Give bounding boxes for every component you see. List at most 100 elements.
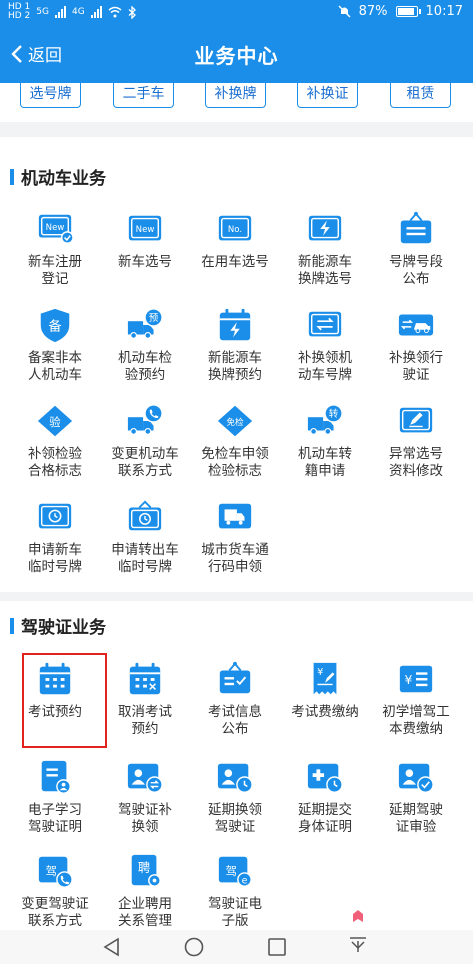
bluetooth-icon [128, 5, 136, 19]
grid-item-license-delay[interactable]: 延期换领 驾驶证 [189, 758, 281, 836]
grid-item-inspection-mark[interactable]: 验 补领检验 合格标志 [9, 402, 101, 480]
wifi-icon [108, 6, 122, 18]
grid-item-change-vehicle-contact[interactable]: 变更机动车 联系方式 [99, 402, 191, 480]
grid-item-workbook-fee[interactable]: ¥ 初学增驾工 本费缴纳 [370, 660, 462, 738]
recents-square-icon[interactable] [266, 936, 288, 958]
item-label: 延期换领 驾驶证 [208, 802, 262, 835]
status-bar: HD 1 HD 2 5G 4G 87% 10:17 [0, 0, 473, 25]
exempt-diamond-icon: 免检 [217, 405, 253, 437]
back-triangle-icon[interactable] [101, 936, 123, 958]
item-label: 免检车申领 检验标志 [201, 446, 269, 479]
item-label: 电子学习 驾驶证明 [28, 802, 82, 835]
e-license-icon: 驾 e [218, 856, 252, 887]
grid-item-license-replace[interactable]: 驾驶证补 换领 [99, 758, 191, 836]
grid-item-ev-plate-appointment[interactable]: 新能源车 换牌预约 [189, 306, 281, 384]
grid-item-e-license[interactable]: 驾 e 驾驶证电 子版 [189, 852, 281, 930]
license-verify-icon [398, 763, 434, 793]
tag-replace-license[interactable]: 补换证 [297, 83, 358, 108]
grid-item-ev-plate-select[interactable]: 新能源车 换牌选号 [279, 210, 371, 288]
dropdown-arrow-icon[interactable] [346, 908, 370, 958]
grid-item-new-car-register[interactable]: New 新车注册 登记 [9, 210, 101, 288]
grid-item-city-truck-pass[interactable]: 城市货车通 行码申领 [189, 498, 281, 576]
item-label: 号牌号段 公布 [389, 254, 443, 287]
item-label: 备案非本 人机动车 [28, 350, 82, 383]
exam-info-board-icon [219, 661, 251, 694]
license-car-swap-icon [398, 314, 434, 336]
item-label: 城市货车通 行码申领 [201, 542, 269, 575]
item-label: 补领检验 合格标志 [28, 446, 82, 479]
grid-item-exam-info[interactable]: 考试信息 公布 [189, 660, 281, 738]
grid-item-outgoing-temp-plate[interactable]: 申请转出车 临时号牌 [99, 498, 191, 576]
e-study-doc-icon [41, 760, 71, 794]
plate-edit-icon [399, 407, 433, 433]
tag-used-car[interactable]: 二手车 [113, 83, 174, 108]
new-plate-check-icon: New [38, 214, 74, 244]
yen-list-icon: ¥ [399, 665, 433, 693]
tag-rental[interactable]: 租赁 [390, 83, 451, 108]
system-nav-bar [0, 910, 473, 964]
grid-item-health-delay[interactable]: 延期提交 身体证明 [279, 758, 371, 836]
inspection-diamond-icon: 验 [37, 405, 73, 437]
highlight-box [22, 653, 107, 748]
grid-item-change-license-contact[interactable]: 驾 变更驾驶证 联系方式 [9, 852, 101, 930]
item-label: 驾驶证电 子版 [208, 896, 262, 929]
section-title-text: 驾驶证业务 [21, 618, 106, 638]
license-delay-icon [217, 763, 253, 793]
svg-text:驾: 驾 [45, 864, 56, 878]
item-label: 变更机动车 联系方式 [111, 446, 179, 479]
tag-replace-plate[interactable]: 补换牌 [205, 83, 266, 108]
svg-text:New: New [136, 225, 155, 235]
clock: 10:17 [425, 4, 463, 19]
grid-item-abnormal-number-edit[interactable]: 异常选号 资料修改 [370, 402, 462, 480]
section-bar [10, 168, 14, 185]
item-label: 延期驾驶 证审验 [389, 802, 443, 835]
section-bar [10, 617, 14, 634]
plate-board-icon [400, 211, 432, 244]
grid-item-employment-manage[interactable]: 聘 企业聘用 关系管理 [99, 852, 191, 930]
home-circle-icon[interactable] [183, 936, 205, 958]
item-label: 企业聘用 关系管理 [118, 896, 172, 929]
grid-item-license-verify-delay[interactable]: 延期驾驶 证审验 [370, 758, 462, 836]
svg-text:¥: ¥ [317, 667, 323, 678]
shield-register-icon: 备 [40, 308, 70, 343]
item-label: 申请新车 临时号牌 [28, 542, 82, 575]
signal1-icon [55, 6, 66, 18]
title-bar: 返回 业务中心 [0, 25, 473, 83]
grid-item-exam-fee[interactable]: ¥ 考试费缴纳 [279, 660, 371, 721]
truck-appointment-icon: 预 [127, 308, 163, 339]
grid-item-replace-vehicle-plate[interactable]: 补换领机 动车号牌 [279, 306, 371, 384]
battery-icon [395, 6, 421, 17]
net2-label: 4G [72, 7, 85, 17]
mute-bell-icon [338, 5, 351, 18]
tag-select-plate[interactable]: 选号牌 [20, 83, 81, 108]
grid-item-cancel-exam[interactable]: 取消考试 预约 [99, 660, 191, 738]
battery-percent: 87% [358, 4, 388, 19]
svg-text:预: 预 [149, 313, 159, 324]
item-label: 新能源车 换牌选号 [298, 254, 352, 287]
section-title-vehicle: 机动车业务 [10, 164, 106, 189]
section-title-text: 机动车业务 [21, 169, 106, 189]
grid-item-plate-publish[interactable]: 号牌号段 公布 [370, 210, 462, 288]
item-label: 初学增驾工 本费缴纳 [382, 704, 450, 737]
section-divider [0, 592, 473, 601]
svg-text:转: 转 [329, 408, 339, 420]
signal2-icon [90, 6, 102, 18]
grid-item-exempt-inspection-mark[interactable]: 免检 免检车申领 检验标志 [189, 402, 281, 480]
grid-item-replace-driving-permit[interactable]: 补换领行 驶证 [370, 306, 462, 384]
grid-item-new-car-temp-plate[interactable]: 申请新车 临时号牌 [9, 498, 101, 576]
svg-text:验: 验 [49, 415, 61, 429]
item-label: 补换领行 驶证 [389, 350, 443, 383]
item-label: 新车选号 [118, 254, 172, 270]
svg-text:备: 备 [48, 318, 61, 335]
section-title-license: 驾驶证业务 [10, 613, 106, 638]
item-label: 取消考试 预约 [118, 704, 172, 737]
section-divider [0, 122, 473, 137]
net1-label: 5G [36, 7, 49, 17]
grid-item-new-car-number[interactable]: New 新车选号 [99, 210, 191, 271]
grid-item-e-study-cert[interactable]: 电子学习 驾驶证明 [9, 758, 101, 836]
grid-item-vehicle-transfer[interactable]: 转 机动车转 籍申请 [279, 402, 371, 480]
grid-item-inuse-number[interactable]: No. 在用车选号 [189, 210, 281, 271]
plate-number-icon: No. [218, 215, 252, 241]
grid-item-vehicle-inspection-appointment[interactable]: 预 机动车检 验预约 [99, 306, 191, 384]
grid-item-register-others-car[interactable]: 备 备案非本 人机动车 [9, 306, 101, 384]
